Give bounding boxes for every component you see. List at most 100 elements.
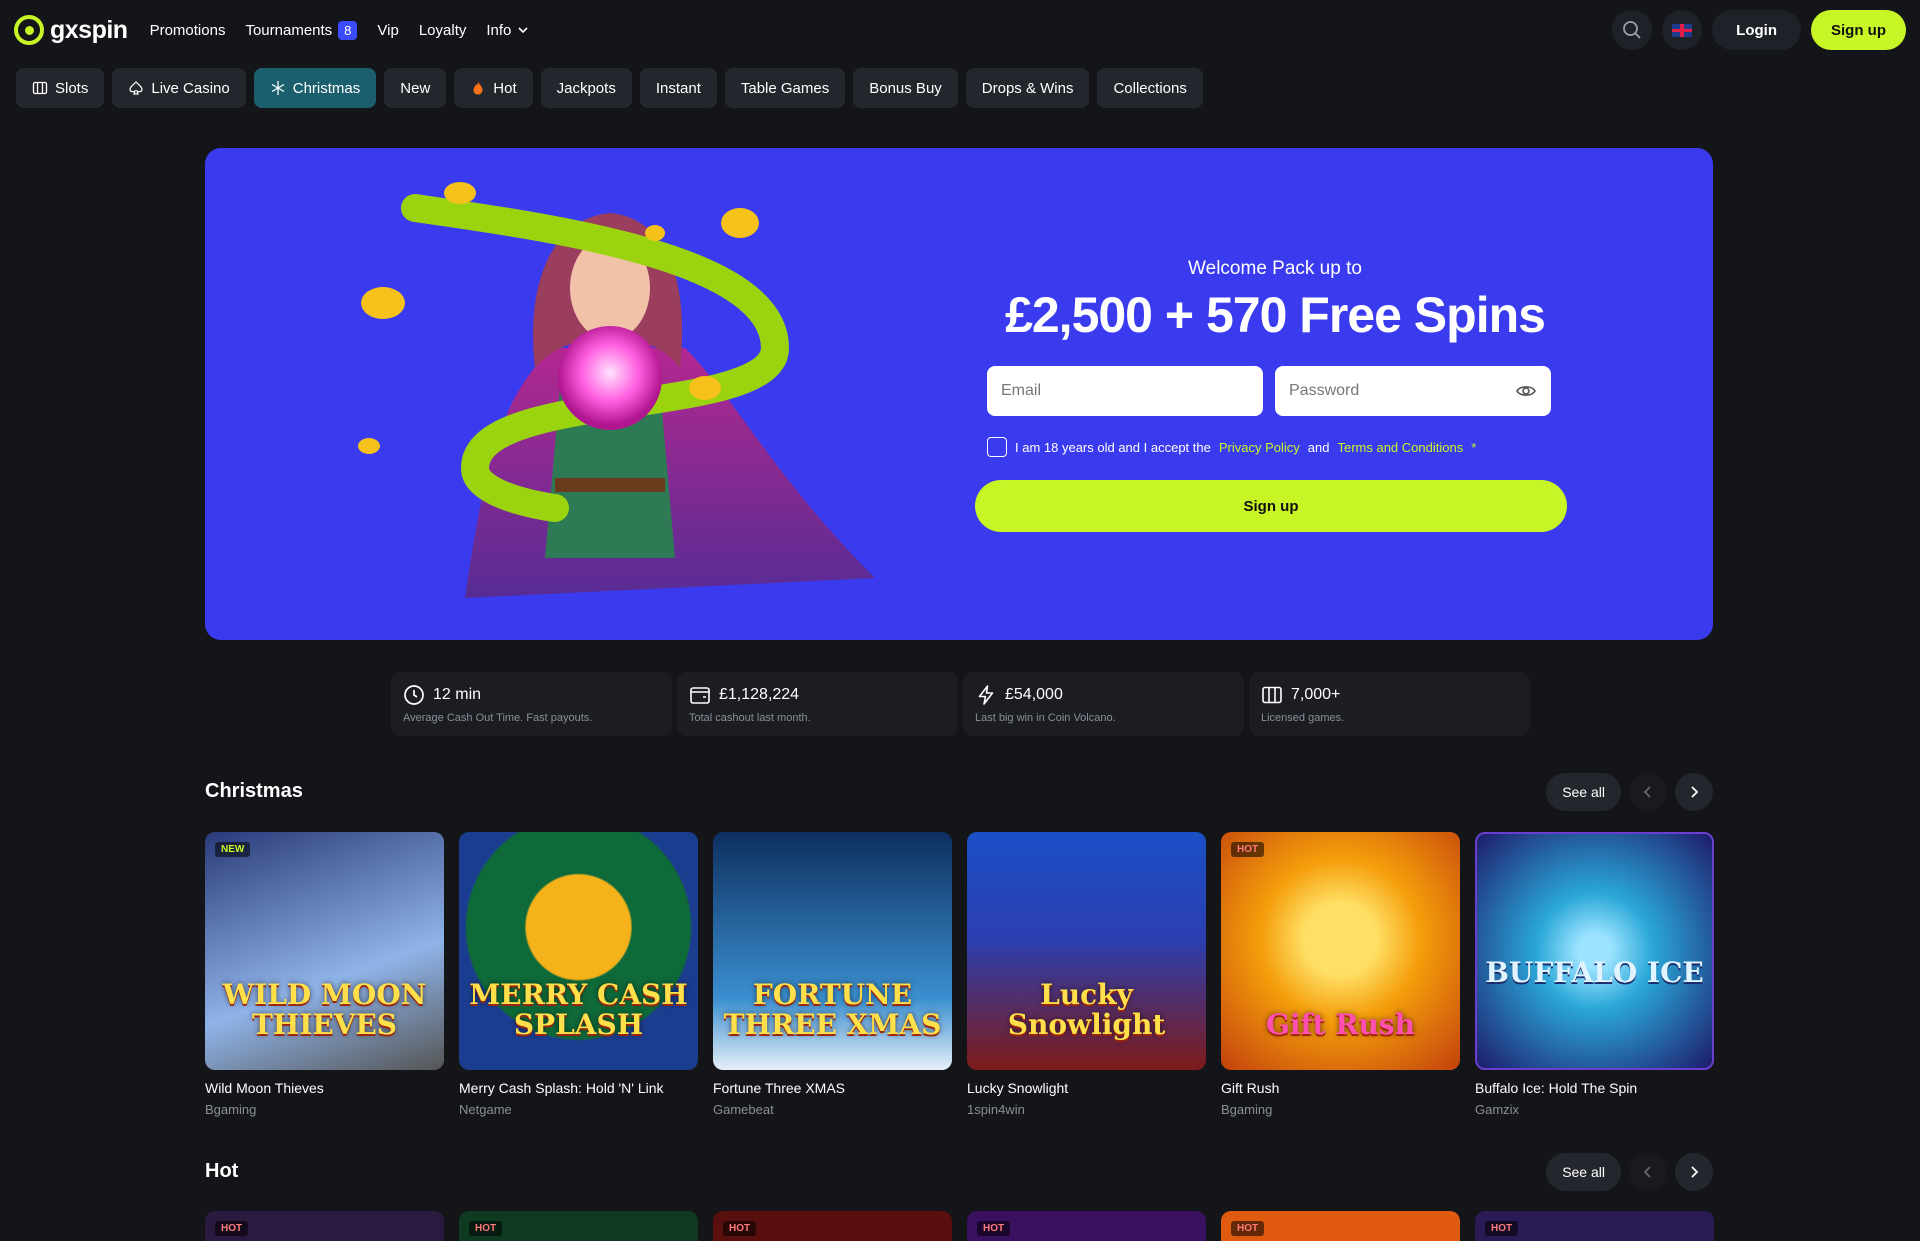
nav-promotions[interactable]: Promotions <box>150 22 226 39</box>
stat-label: Total cashout last month. <box>689 712 811 724</box>
hot-badge: HOT <box>1231 1221 1265 1236</box>
category-label: Drops & Wins <box>981 79 1074 97</box>
christmas-next-button[interactable] <box>1675 773 1713 811</box>
game-thumbnail[interactable]: NEW WILD MOON THIEVES <box>205 832 444 1070</box>
login-button[interactable]: Login <box>1712 10 1801 50</box>
category-slots[interactable]: Slots <box>16 68 105 108</box>
password-placeholder: Password <box>1289 382 1360 399</box>
hot-section-title: Hot <box>205 1160 239 1182</box>
nav-label: Promotions <box>149 21 226 39</box>
game-name: Fortune Three XMAS <box>713 1080 846 1096</box>
category-collections[interactable]: Collections <box>1097 68 1203 108</box>
game-thumbnail[interactable]: MERRY CASH SPLASH <box>459 832 698 1070</box>
category-bonus-buy[interactable]: Bonus Buy <box>853 68 958 108</box>
game-art-title: FORTUNE THREE XMAS <box>723 978 942 1041</box>
age-terms-checkbox[interactable] <box>987 437 1007 457</box>
game-provider: Gamebeat <box>713 1102 774 1117</box>
chevron-right-icon <box>1691 1166 1699 1178</box>
sorceress-illustration <box>358 182 875 598</box>
snowflake-icon <box>271 81 285 95</box>
game-thumbnail[interactable]: HOT <box>1475 1211 1714 1241</box>
nav-vip[interactable]: Vip <box>377 22 398 39</box>
christmas-section-title: Christmas <box>205 780 303 802</box>
category-label: Live Casino <box>151 79 230 97</box>
nav-info[interactable]: Info <box>486 22 529 39</box>
stat-value: 7,000+ <box>1291 686 1341 703</box>
game-card[interactable]: Lucky Snowlight Lucky Snowlight 1spin4wi… <box>967 832 1206 1117</box>
uk-flag-icon <box>1672 23 1693 37</box>
category-hot[interactable]: Hot <box>454 68 533 108</box>
christmas-section-controls: See all <box>1546 773 1713 811</box>
category-label: Slots <box>55 79 89 97</box>
nav-loyalty[interactable]: Loyalty <box>419 22 467 39</box>
game-card[interactable]: HOT Gift Rush Gift Rush Bgaming <box>1221 832 1460 1117</box>
terms-link[interactable]: Terms and Conditions <box>1337 440 1463 455</box>
game-thumbnail[interactable]: HOT Gift Rush <box>1221 832 1460 1070</box>
category-new[interactable]: New <box>384 68 447 108</box>
category-label: Table Games <box>740 79 830 97</box>
game-thumbnail[interactable]: HOT <box>967 1211 1206 1241</box>
game-name: Wild Moon Thieves <box>205 1080 324 1096</box>
password-field[interactable]: Password <box>1275 366 1551 416</box>
game-thumbnail[interactable]: FORTUNE THREE XMAS <box>713 832 952 1070</box>
required-mark: * <box>1471 439 1477 455</box>
nav-label: Vip <box>377 21 399 39</box>
game-thumbnail[interactable]: HOT <box>713 1211 952 1241</box>
christmas-prev-button[interactable] <box>1629 773 1667 811</box>
eye-icon[interactable] <box>1515 380 1537 402</box>
category-jackpots[interactable]: Jackpots <box>540 68 632 108</box>
game-thumbnail[interactable]: HOT <box>1221 1211 1460 1241</box>
hot-see-all-button[interactable]: See all <box>1546 1153 1621 1191</box>
game-card[interactable]: MERRY CASH SPLASH Merry Cash Splash: Hol… <box>459 832 698 1117</box>
game-thumbnail[interactable]: HOT <box>205 1211 444 1241</box>
game-thumbnail[interactable]: BUFFALO ICE <box>1475 832 1714 1070</box>
hot-badge: HOT <box>723 1221 757 1236</box>
privacy-policy-link[interactable]: Privacy Policy <box>1219 440 1300 455</box>
category-instant[interactable]: Instant <box>639 68 717 108</box>
hot-badge: HOT <box>1485 1221 1519 1236</box>
game-art-title: WILD MOON THIEVES <box>222 978 427 1041</box>
logo-icon <box>14 15 44 45</box>
hero-signup-button[interactable]: Sign up <box>975 480 1567 532</box>
language-selector[interactable] <box>1662 10 1703 50</box>
game-card[interactable]: BUFFALO ICE Buffalo Ice: Hold The Spin G… <box>1475 832 1714 1117</box>
hot-prev-button[interactable] <box>1629 1153 1667 1191</box>
header-signup-button[interactable]: Sign up <box>1811 10 1906 50</box>
welcome-text: Welcome Pack up to <box>1188 258 1362 279</box>
agree-text: I am 18 years old and I accept the <box>1015 439 1211 455</box>
game-art-title: MERRY CASH SPLASH <box>469 978 688 1041</box>
stats-row: 12 min Average Cash Out Time. Fast payou… <box>391 672 1530 736</box>
christmas-see-all-button[interactable]: See all <box>1546 773 1621 811</box>
category-label: Hot <box>493 79 517 97</box>
stat-value: £54,000 <box>1005 686 1063 703</box>
game-provider: Bgaming <box>205 1102 257 1117</box>
header-actions: Login Sign up <box>1612 10 1906 50</box>
game-thumbnail[interactable]: Lucky Snowlight <box>967 832 1206 1070</box>
hero-banner: Welcome Pack up to £2,500 + 570 Free Spi… <box>205 148 1713 640</box>
category-label: Instant <box>655 79 701 97</box>
hot-badge: HOT <box>215 1221 249 1236</box>
hot-games-row: HOT HOT HOT HOT HOT HOT <box>205 1211 1714 1241</box>
chevron-left-icon <box>1643 786 1651 798</box>
nav-tournaments[interactable]: Tournaments 8 <box>245 20 358 40</box>
search-button[interactable] <box>1612 10 1653 50</box>
hot-next-button[interactable] <box>1675 1153 1713 1191</box>
category-drops-wins[interactable]: Drops & Wins <box>965 68 1090 108</box>
stat-value: 12 min <box>433 686 482 703</box>
category-live-casino[interactable]: Live Casino <box>112 68 246 108</box>
category-christmas[interactable]: Christmas <box>253 68 377 108</box>
game-provider: Netgame <box>459 1102 512 1117</box>
hot-badge: HOT <box>469 1221 503 1236</box>
nav-label: Info <box>486 21 512 39</box>
game-provider: Gamzix <box>1475 1102 1520 1117</box>
main-nav: Promotions Tournaments 8 Vip Loyalty Info <box>150 20 530 40</box>
nav-label: Tournaments <box>245 21 333 39</box>
email-field[interactable]: Email <box>987 366 1263 416</box>
category-table-games[interactable]: Table Games <box>724 68 846 108</box>
agree-and-text: and <box>1307 439 1330 455</box>
logo[interactable]: gxspin <box>14 15 128 45</box>
stat-card: 7,000+ Licensed games. <box>1249 672 1530 736</box>
game-card[interactable]: FORTUNE THREE XMAS Fortune Three XMAS Ga… <box>713 832 952 1117</box>
game-card[interactable]: NEW WILD MOON THIEVES Wild Moon Thieves … <box>205 832 444 1117</box>
game-thumbnail[interactable]: HOT <box>459 1211 698 1241</box>
